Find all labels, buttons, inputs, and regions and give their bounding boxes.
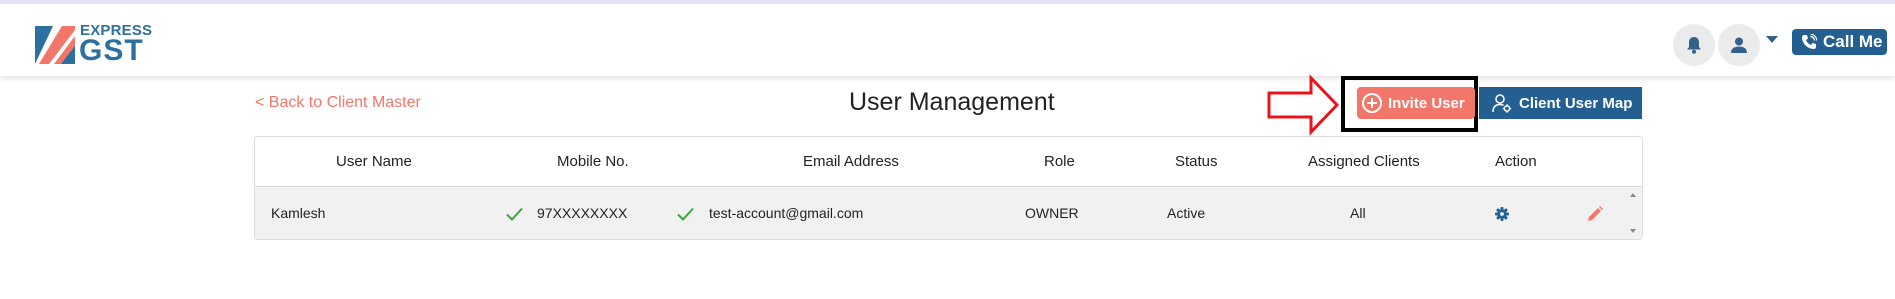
client-user-map-label: Client User Map xyxy=(1519,94,1633,112)
column-header-status: Status xyxy=(1175,153,1218,170)
page-title: User Management xyxy=(849,88,1055,116)
cell-mobile: 97XXXXXXXX xyxy=(537,205,628,221)
column-header-user-name: User Name xyxy=(336,153,412,170)
add-circle-icon xyxy=(1362,93,1382,113)
column-header-action: Action xyxy=(1495,153,1537,170)
cell-role: OWNER xyxy=(1025,205,1079,221)
notifications-button[interactable] xyxy=(1673,24,1715,66)
column-header-role: Role xyxy=(1044,153,1075,170)
edit-pencil-icon[interactable] xyxy=(1587,206,1603,222)
cell-assigned-clients: All xyxy=(1350,205,1366,221)
column-header-mobile: Mobile No. xyxy=(557,153,629,170)
cell-user-name: Kamlesh xyxy=(271,205,326,221)
invite-user-label: Invite User xyxy=(1388,94,1465,112)
top-navbar: EXPRESS GST Call Me xyxy=(0,4,1895,76)
gear-icon[interactable] xyxy=(1495,207,1509,221)
bell-icon xyxy=(1687,37,1701,54)
scroll-up-arrow[interactable] xyxy=(1630,193,1636,197)
logo-text-gst: GST xyxy=(79,34,144,67)
logo-mark-icon xyxy=(35,26,75,64)
scroll-down-arrow[interactable] xyxy=(1630,229,1636,233)
user-profile-button[interactable] xyxy=(1718,24,1760,66)
users-table: User Name Mobile No. Email Address Role … xyxy=(254,136,1643,240)
chevron-down-icon[interactable] xyxy=(1766,36,1778,43)
column-header-email: Email Address xyxy=(803,153,899,170)
invite-user-button[interactable]: Invite User xyxy=(1357,87,1475,119)
app-logo[interactable]: EXPRESS GST xyxy=(35,20,165,68)
user-icon xyxy=(1731,37,1747,53)
table-header: User Name Mobile No. Email Address Role … xyxy=(255,137,1642,187)
client-user-map-button[interactable]: Client User Map xyxy=(1479,87,1642,119)
cell-status: Active xyxy=(1167,205,1206,221)
call-me-button[interactable]: Call Me xyxy=(1792,29,1887,55)
phone-icon xyxy=(1802,34,1817,49)
user-settings-icon xyxy=(1492,94,1512,113)
call-me-label: Call Me xyxy=(1823,32,1883,51)
back-to-client-master-link[interactable]: < Back to Client Master xyxy=(255,94,421,112)
table-row: Kamlesh 97XXXXXXXX test-account@gmail.co… xyxy=(255,188,1642,239)
column-header-assigned-clients: Assigned Clients xyxy=(1308,153,1420,170)
annotation-arrow-icon xyxy=(1267,74,1340,136)
email-verified-check-icon xyxy=(677,207,694,221)
cell-email: test-account@gmail.com xyxy=(709,205,864,221)
mobile-verified-check-icon xyxy=(506,207,523,221)
